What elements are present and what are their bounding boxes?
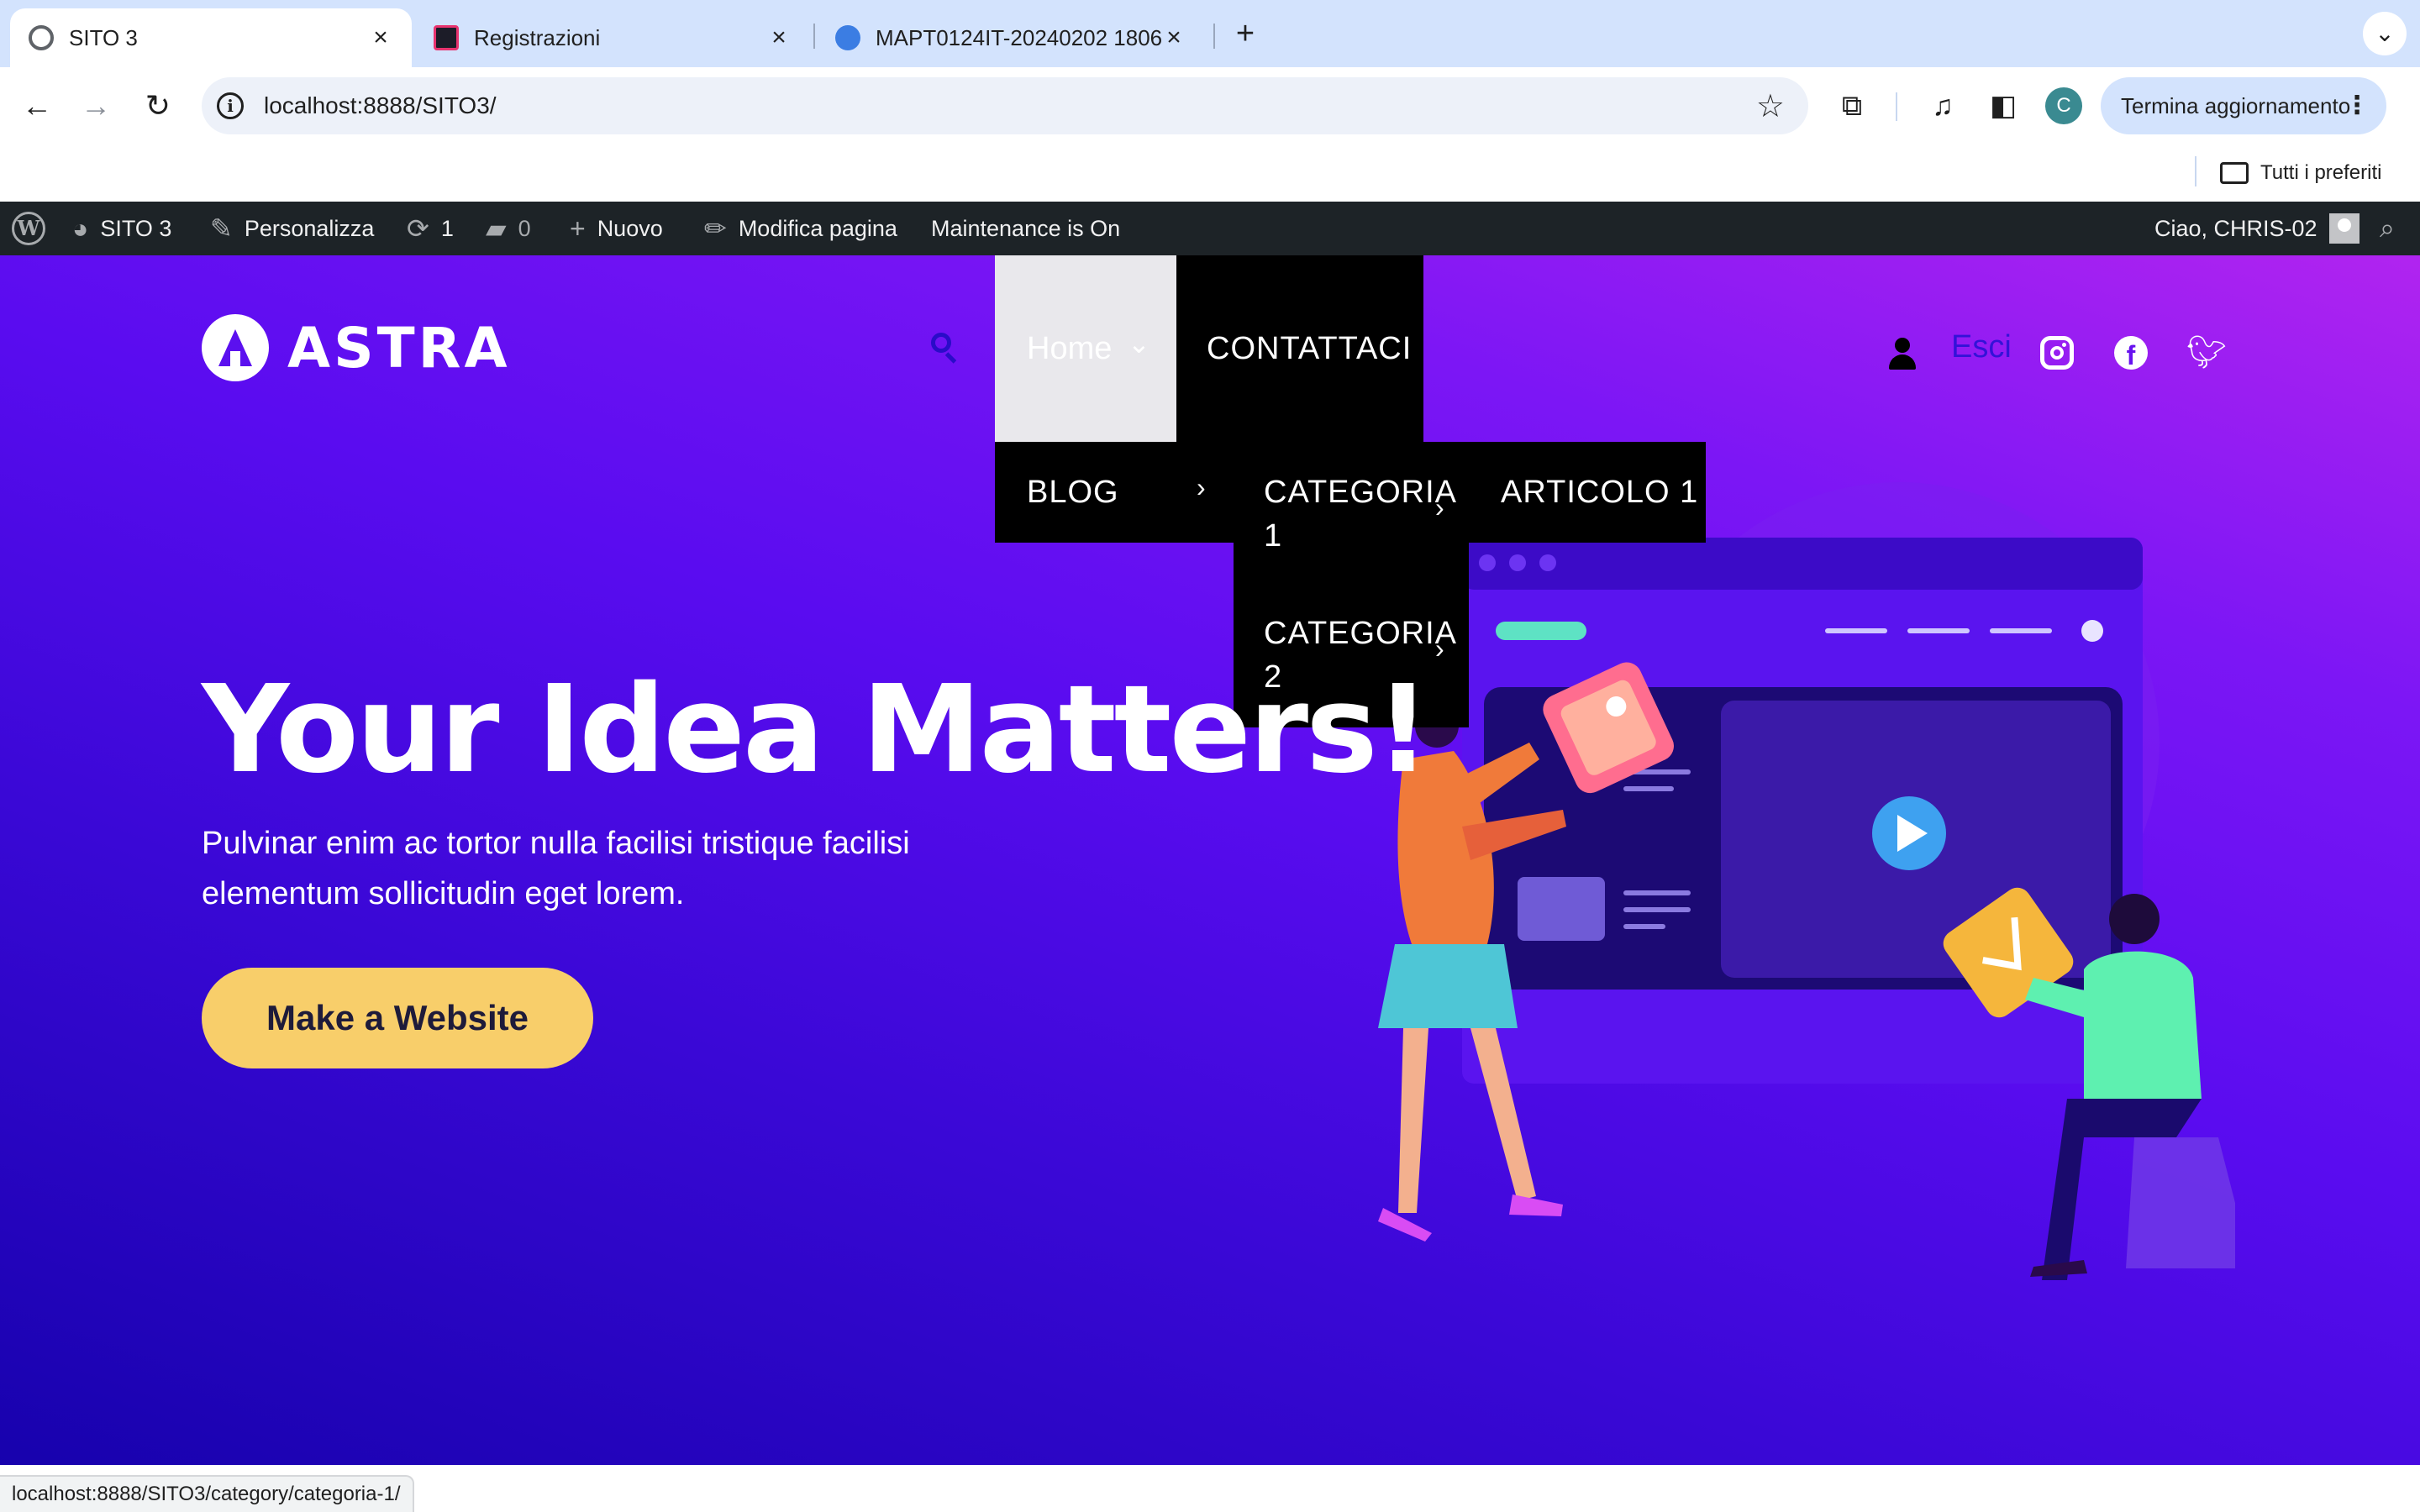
tab-mapt[interactable]: MAPT0124IT-20240202 1806 × xyxy=(817,8,1205,67)
search-icon[interactable] xyxy=(929,331,963,365)
twitter-icon[interactable]: 🐦︎ xyxy=(2186,336,2227,370)
logout-link[interactable]: Esci xyxy=(1951,329,2012,365)
hero-subtitle: Pulvinar enim ac tortor nulla facilisi t… xyxy=(202,826,910,911)
maintenance-label: Maintenance is On xyxy=(931,215,1121,241)
pencil-icon: ✏ xyxy=(704,213,727,244)
tab-registrazioni[interactable]: Registrazioni × xyxy=(415,8,810,67)
media-controls-icon[interactable]: ♫ xyxy=(1923,86,1963,126)
brush-icon: ✎ xyxy=(210,213,233,244)
globe-icon xyxy=(29,25,54,50)
updates-count: 1 xyxy=(440,215,454,241)
new-tab-button[interactable]: + xyxy=(1228,15,1262,52)
back-button[interactable]: ← xyxy=(17,86,57,126)
maintenance-link[interactable]: Maintenance is On xyxy=(931,202,1120,255)
arrow-right-icon: → xyxy=(81,88,111,123)
extensions-icon[interactable]: ⧉ xyxy=(1832,86,1872,126)
toolbar-separator xyxy=(1896,92,1897,121)
more-menu-icon[interactable]: ⋮ xyxy=(2344,77,2370,134)
close-icon[interactable]: × xyxy=(766,25,792,50)
refresh-icon: ⟳ xyxy=(407,213,429,244)
comments-count: 0 xyxy=(518,215,531,241)
reload-icon: ↻ xyxy=(145,88,171,123)
dashboard-icon: ◕ xyxy=(72,213,89,244)
app-favicon-icon xyxy=(835,25,860,50)
tab-sito3[interactable]: SITO 3 × xyxy=(10,8,412,67)
tab-search-button[interactable]: ⌄ xyxy=(2363,12,2407,55)
all-bookmarks-button[interactable]: Tutti i preferiti xyxy=(2220,156,2381,190)
facebook-icon[interactable]: f xyxy=(2114,336,2148,370)
my-account-menu[interactable]: Ciao, CHRIS-02 xyxy=(2154,202,2360,255)
folder-icon xyxy=(2220,162,2249,184)
make-website-button[interactable]: Make a Website xyxy=(202,968,593,1068)
wp-logo-menu[interactable]: W xyxy=(12,202,45,255)
hero-title: Your Idea Matters! xyxy=(202,659,1430,800)
customize-label: Personalizza xyxy=(244,215,375,241)
url-text[interactable]: localhost:8888/SITO3/ xyxy=(264,92,497,119)
all-bookmarks-label: Tutti i preferiti xyxy=(2260,161,2382,184)
chevron-right-icon: › xyxy=(1435,633,1445,664)
chevron-right-icon: › xyxy=(1435,492,1445,522)
submenu-item-categoria-1[interactable]: CATEGORIA 1 › xyxy=(1234,442,1469,585)
chevron-down-icon: ⌄ xyxy=(1128,328,1150,359)
site-name-label: SITO 3 xyxy=(100,215,172,241)
nav-item-home[interactable]: Home ⌄ xyxy=(995,255,1176,442)
side-panel-icon[interactable]: ◧ xyxy=(1983,86,2023,126)
astra-logo-icon xyxy=(202,314,269,381)
submenu-item-articolo-1[interactable]: ARTICOLO 1 xyxy=(1469,442,1706,543)
logo-text: ASTRA xyxy=(287,315,511,381)
browser-toolbar: ← → ↻ i localhost:8888/SITO3/ ☆ ⧉ ♫ ◧ C … xyxy=(0,67,2420,144)
new-content-menu[interactable]: + Nuovo xyxy=(570,202,663,255)
user-icon[interactable] xyxy=(1887,338,1918,371)
hero-section: ASTRA Home ⌄ CONTATTACI BLOG › CATEGORIA… xyxy=(0,255,2420,1465)
reload-button[interactable]: ↻ xyxy=(138,86,178,126)
wordpress-icon: W xyxy=(12,212,45,245)
submenu-categoria-1-label: CATEGORIA 1 xyxy=(1264,475,1455,554)
bookmarks-separator xyxy=(2195,156,2196,186)
comments-link[interactable]: ▰ 0 xyxy=(486,202,531,255)
updates-link[interactable]: ⟳ 1 xyxy=(407,202,454,255)
bookmark-star-icon[interactable]: ☆ xyxy=(1756,87,1785,125)
customize-link[interactable]: ✎ Personalizza xyxy=(210,202,374,255)
profile-avatar[interactable]: C xyxy=(2045,87,2082,124)
search-icon: ⌕ xyxy=(2380,213,2395,243)
bookmarks-bar: Tutti i preferiti xyxy=(0,144,2420,202)
new-label: Nuovo xyxy=(597,215,663,241)
tab-separator xyxy=(813,24,815,49)
tab-separator xyxy=(1213,24,1215,49)
status-bar-url: localhost:8888/SITO3/category/categoria-… xyxy=(0,1475,414,1512)
nav-contact-label: CONTATTACI xyxy=(1207,331,1413,366)
tab-strip: SITO 3 × Registrazioni × MAPT0124IT-2024… xyxy=(0,0,2420,67)
update-button[interactable]: Termina aggiornamento ⋮ xyxy=(2101,77,2386,134)
avatar xyxy=(2328,213,2360,244)
site-name-menu[interactable]: ◕ SITO 3 xyxy=(72,202,171,255)
site-info-icon[interactable]: i xyxy=(217,92,244,119)
tab-title: MAPT0124IT-20240202 1806 xyxy=(876,24,1161,50)
chevron-right-icon: › xyxy=(1197,472,1207,502)
tab-title: Registrazioni xyxy=(474,24,601,50)
address-bar[interactable]: i localhost:8888/SITO3/ ☆ xyxy=(202,77,1808,134)
greeting-label: Ciao, CHRIS-02 xyxy=(2154,215,2317,241)
instagram-icon[interactable] xyxy=(2040,336,2074,370)
wp-admin-bar: W ◕ SITO 3 ✎ Personalizza ⟳ 1 ▰ 0 + Nuov… xyxy=(0,202,2420,255)
tab-title: SITO 3 xyxy=(69,24,138,50)
edit-page-label: Modifica pagina xyxy=(738,215,897,241)
plus-icon: + xyxy=(570,213,586,244)
site-logo[interactable]: ASTRA xyxy=(202,314,511,381)
update-button-label: Termina aggiornamento xyxy=(2121,93,2351,118)
comment-icon: ▰ xyxy=(486,213,507,244)
submenu-item-blog[interactable]: BLOG › xyxy=(995,442,1234,543)
submenu-blog-label: BLOG xyxy=(1027,475,1119,510)
nav-home-label: Home xyxy=(1027,331,1113,366)
chevron-down-icon: ⌄ xyxy=(2375,20,2395,46)
edit-page-link[interactable]: ✏ Modifica pagina xyxy=(704,202,897,255)
forward-button[interactable]: → xyxy=(76,86,116,126)
nav-item-contattaci[interactable]: CONTATTACI xyxy=(1176,255,1423,442)
admin-search-button[interactable]: ⌕ xyxy=(2380,202,2395,255)
close-icon[interactable]: × xyxy=(368,25,393,50)
arrow-left-icon: ← xyxy=(22,88,52,123)
app-favicon-icon xyxy=(434,25,459,50)
submenu-articolo-1-label: ARTICOLO 1 xyxy=(1501,475,1699,510)
close-icon[interactable]: × xyxy=(1161,25,1186,50)
hero-illustration xyxy=(1378,482,2235,1280)
